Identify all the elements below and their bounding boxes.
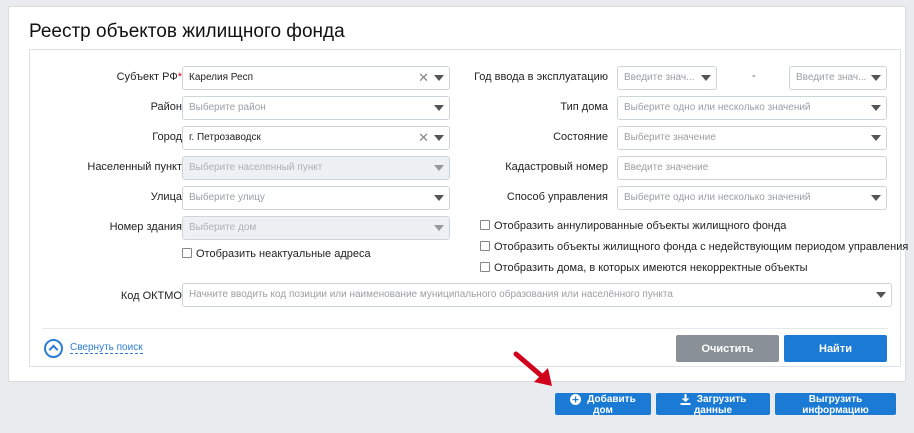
chevron-down-icon (434, 135, 444, 141)
upload-data-label: Загрузить данные (693, 394, 747, 417)
search-panel: Субъект РФ* Карелия Респ ✕ Район Выберит… (29, 49, 908, 367)
subject-select[interactable]: Карелия Респ ✕ (182, 66, 450, 90)
oktmo-label: Код ОКТМО (120, 290, 182, 302)
chevron-down-icon (434, 165, 444, 171)
checkbox-icon[interactable] (480, 241, 490, 251)
chevron-down-icon (434, 225, 444, 231)
street-label: Улица (150, 191, 182, 203)
clear-icon[interactable]: ✕ (418, 67, 429, 89)
year-separator: - (752, 70, 756, 82)
chevron-down-icon (871, 195, 881, 201)
chevron-down-icon (871, 75, 881, 81)
show-outdated-checkbox[interactable]: Отобразить неактуальные адреса (182, 247, 371, 261)
download-icon (680, 394, 691, 405)
add-house-button[interactable]: Добавить дом (555, 393, 651, 417)
management-select[interactable]: Выберите одно или несколько значений (617, 186, 887, 210)
state-select[interactable]: Выберите значение (617, 126, 887, 150)
cadastral-input[interactable]: Введите значение (617, 156, 887, 180)
show-incorrect-objects-checkbox[interactable]: Отобразить дома, в которых имеются некор… (480, 261, 808, 275)
cadastral-label: Кадастровый номер (505, 161, 608, 173)
export-info-button[interactable]: Выгрузить информацию (775, 393, 896, 416)
street-select[interactable]: Выберите улицу (182, 186, 450, 210)
find-button[interactable]: Найти (784, 335, 887, 362)
chevron-down-icon (701, 75, 711, 81)
settlement-label: Населенный пункт (87, 161, 182, 173)
plus-circle-icon (570, 394, 582, 405)
chevron-down-icon (871, 135, 881, 141)
page-title: Реестр объектов жилищного фонда (29, 21, 345, 42)
oktmo-select[interactable]: Начните вводить код позиции или наименов… (182, 283, 892, 307)
chevron-down-icon (434, 75, 444, 81)
red-arrow-icon (513, 351, 552, 386)
clear-icon[interactable]: ✕ (418, 127, 429, 149)
district-select[interactable]: Выберите район (182, 96, 450, 120)
state-label: Состояние (553, 131, 608, 143)
building-label: Номер здания (109, 221, 182, 233)
city-select[interactable]: г. Петрозаводск ✕ (182, 126, 450, 150)
chevron-down-icon (871, 105, 881, 111)
year-from-select[interactable]: Введите знач... (617, 66, 717, 90)
checkbox-icon[interactable] (480, 262, 490, 272)
year-label: Год ввода в эксплуатацию (474, 71, 608, 83)
chevron-down-icon (434, 105, 444, 111)
upload-data-button[interactable]: Загрузить данные (656, 393, 770, 417)
checkbox-icon[interactable] (182, 248, 192, 258)
registry-card: Реестр объектов жилищного фонда Субъект … (8, 6, 908, 382)
subject-label: Субъект РФ* (116, 71, 182, 83)
divider (42, 328, 888, 329)
chevron-down-icon (876, 292, 886, 298)
chevron-up-circle-icon[interactable] (44, 339, 63, 358)
management-label: Способ управления (506, 191, 608, 203)
add-house-label: Добавить дом (587, 394, 636, 417)
year-to-select[interactable]: Введите знач... (789, 66, 887, 90)
house-type-select[interactable]: Выберите одно или несколько значений (617, 96, 887, 120)
district-label: Район (150, 101, 182, 113)
clear-button[interactable]: Очистить (676, 335, 779, 362)
chevron-down-icon (434, 195, 444, 201)
building-select[interactable]: Выберите дом (182, 216, 450, 240)
collapse-search-link[interactable]: Свернуть поиск (70, 342, 143, 354)
house-type-label: Тип дома (560, 101, 608, 113)
city-label: Город (152, 131, 182, 143)
checkbox-icon[interactable] (480, 220, 490, 230)
settlement-select[interactable]: Выберите населенный пункт (182, 156, 450, 180)
show-annulled-checkbox[interactable]: Отобразить аннулированные объекты жилищн… (480, 219, 786, 233)
show-inactive-management-checkbox[interactable]: Отобразить объекты жилищного фонда с нед… (480, 240, 908, 254)
